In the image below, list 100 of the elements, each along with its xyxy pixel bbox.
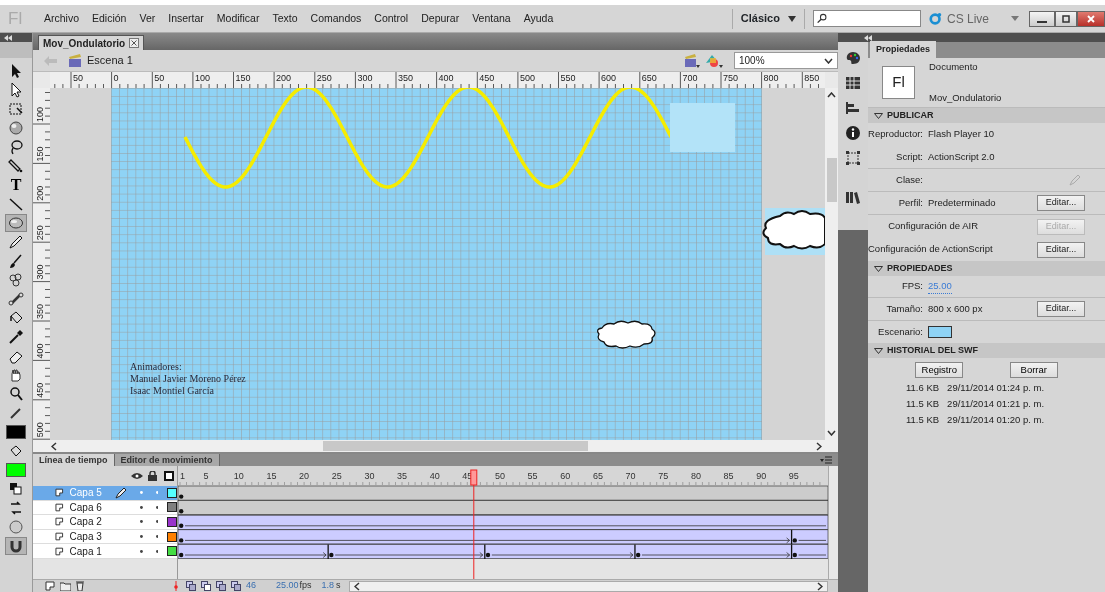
history-button[interactable]: Borrar	[1009, 362, 1058, 378]
edit-button[interactable]: Editar...	[1037, 195, 1085, 211]
frame-span[interactable]	[178, 485, 828, 501]
menu-item[interactable]: Modificar	[216, 10, 260, 27]
trash-icon[interactable]	[76, 581, 84, 591]
layer-row[interactable]: Capa 2	[33, 515, 177, 530]
scrollbar-thumb[interactable]	[826, 158, 837, 202]
close-icon[interactable]	[129, 38, 140, 48]
caret-icon[interactable]	[1011, 16, 1019, 21]
menu-item[interactable]: Edición	[92, 10, 127, 27]
outline-square-icon[interactable]	[164, 471, 174, 481]
section-header[interactable]: PROPIEDADES	[868, 261, 1105, 276]
lock-dot-icon[interactable]	[155, 505, 159, 509]
menu-item[interactable]: Depurar	[421, 10, 460, 27]
visibility-dot-icon[interactable]	[139, 549, 143, 553]
align-icon[interactable]	[845, 100, 861, 116]
playhead-marker-icon[interactable]	[174, 581, 178, 591]
visibility-dot-icon[interactable]	[139, 505, 143, 509]
layer-color-box[interactable]	[167, 531, 177, 542]
tool-button[interactable]	[5, 537, 27, 555]
panel-menu-icon[interactable]	[820, 456, 832, 464]
onion-skin-icon[interactable]	[186, 581, 196, 591]
palette-icon[interactable]	[845, 50, 861, 66]
shapes-icon[interactable]	[705, 53, 723, 68]
timeline-tab[interactable]: Editor de movimiento	[114, 454, 220, 466]
transform-icon[interactable]	[845, 150, 861, 166]
tool-button[interactable]	[5, 290, 27, 308]
folder-icon[interactable]	[60, 581, 71, 591]
new-layer-icon[interactable]	[45, 581, 55, 591]
layer-color-box[interactable]	[167, 487, 177, 498]
keyframe[interactable]	[179, 538, 184, 543]
timeline-tab[interactable]: Línea de tiempo	[33, 454, 115, 466]
chevron-down-icon[interactable]	[827, 430, 836, 436]
menu-item[interactable]: Control	[374, 10, 409, 27]
close-button[interactable]	[1077, 10, 1105, 27]
edit-button[interactable]: Editar...	[1037, 301, 1085, 317]
lock-dot-icon[interactable]	[155, 549, 159, 553]
menu-item[interactable]: Archivo	[44, 10, 79, 27]
document-tab[interactable]: Mov_Ondulatorio	[38, 35, 145, 50]
vertical-scrollbar[interactable]	[828, 466, 838, 579]
minimize-button[interactable]	[1029, 10, 1055, 27]
menu-item[interactable]: Ventana	[472, 10, 511, 27]
ruler-label: 50	[73, 73, 83, 83]
workspace-dropdown[interactable]: Clásico	[740, 10, 796, 27]
swatches-grid-icon[interactable]	[845, 75, 861, 91]
keyframe[interactable]	[179, 552, 184, 558]
chevron-left-icon[interactable]	[51, 441, 57, 451]
lock-dot-icon[interactable]	[155, 520, 159, 524]
search-field[interactable]	[812, 10, 921, 27]
lock-dot-icon[interactable]	[155, 535, 159, 539]
menu-item[interactable]: Texto	[272, 10, 298, 27]
chevron-up-icon[interactable]	[827, 92, 836, 98]
cs-live-label[interactable]: CS Live	[946, 9, 989, 28]
edit-frames-icon[interactable]	[216, 581, 226, 591]
pencil-icon	[8, 234, 24, 250]
library-icon[interactable]	[845, 189, 861, 205]
field-label: Clase:	[895, 172, 924, 187]
visibility-dot-icon[interactable]	[139, 491, 143, 495]
menu-item[interactable]: Ayuda	[523, 10, 554, 27]
visibility-dot-icon[interactable]	[139, 535, 143, 539]
keyframe[interactable]	[634, 543, 641, 560]
history-button[interactable]: Registro	[915, 362, 964, 378]
playhead[interactable]	[470, 469, 478, 579]
layer-row[interactable]: Capa 1	[33, 544, 177, 559]
sphere-icon	[8, 120, 24, 136]
layer-color-box[interactable]	[167, 517, 177, 527]
markers-icon[interactable]	[231, 581, 241, 591]
visibility-dot-icon[interactable]	[139, 520, 143, 524]
stage-color-swatch[interactable]	[928, 326, 952, 338]
info-icon[interactable]	[845, 125, 861, 141]
tool-button[interactable]	[5, 214, 27, 232]
restore-button[interactable]	[1055, 10, 1077, 27]
onion-outline-icon[interactable]	[201, 581, 211, 591]
frame-span[interactable]	[178, 529, 828, 545]
edit-button[interactable]: Editar...	[1037, 241, 1085, 258]
clapperboard-icon[interactable]	[684, 53, 700, 68]
section-header[interactable]: HISTORIAL DEL SWF	[868, 343, 1105, 358]
lock-icon[interactable]	[148, 471, 157, 481]
eye-icon[interactable]	[131, 472, 143, 480]
layer-color-box[interactable]	[167, 502, 177, 513]
horizontal-scrollbar[interactable]	[348, 580, 828, 592]
text-tool-button[interactable]: T	[5, 176, 27, 194]
section-header[interactable]: PUBLICAR	[868, 108, 1105, 123]
keyframe[interactable]	[179, 494, 184, 499]
frame-span[interactable]	[178, 500, 828, 515]
horizontal-scrollbar[interactable]	[33, 440, 838, 452]
lock-dot-icon[interactable]	[155, 491, 159, 495]
zoom-dropdown[interactable]: 100%	[734, 52, 838, 69]
chevron-right-icon[interactable]	[816, 441, 822, 451]
chevron-right-icon[interactable]	[817, 581, 823, 591]
scrollbar-thumb[interactable]	[323, 441, 588, 451]
keyframe[interactable]	[179, 509, 184, 514]
chevron-left-icon[interactable]	[353, 581, 360, 591]
menu-item[interactable]: Insertar	[168, 10, 204, 27]
keyframe[interactable]	[484, 543, 491, 560]
menu-item[interactable]: Ver	[139, 10, 156, 27]
vertical-scrollbar[interactable]	[825, 88, 838, 440]
keyframe[interactable]	[179, 523, 184, 528]
layer-color-box[interactable]	[167, 546, 177, 557]
menu-item[interactable]: Comandos	[310, 10, 362, 27]
